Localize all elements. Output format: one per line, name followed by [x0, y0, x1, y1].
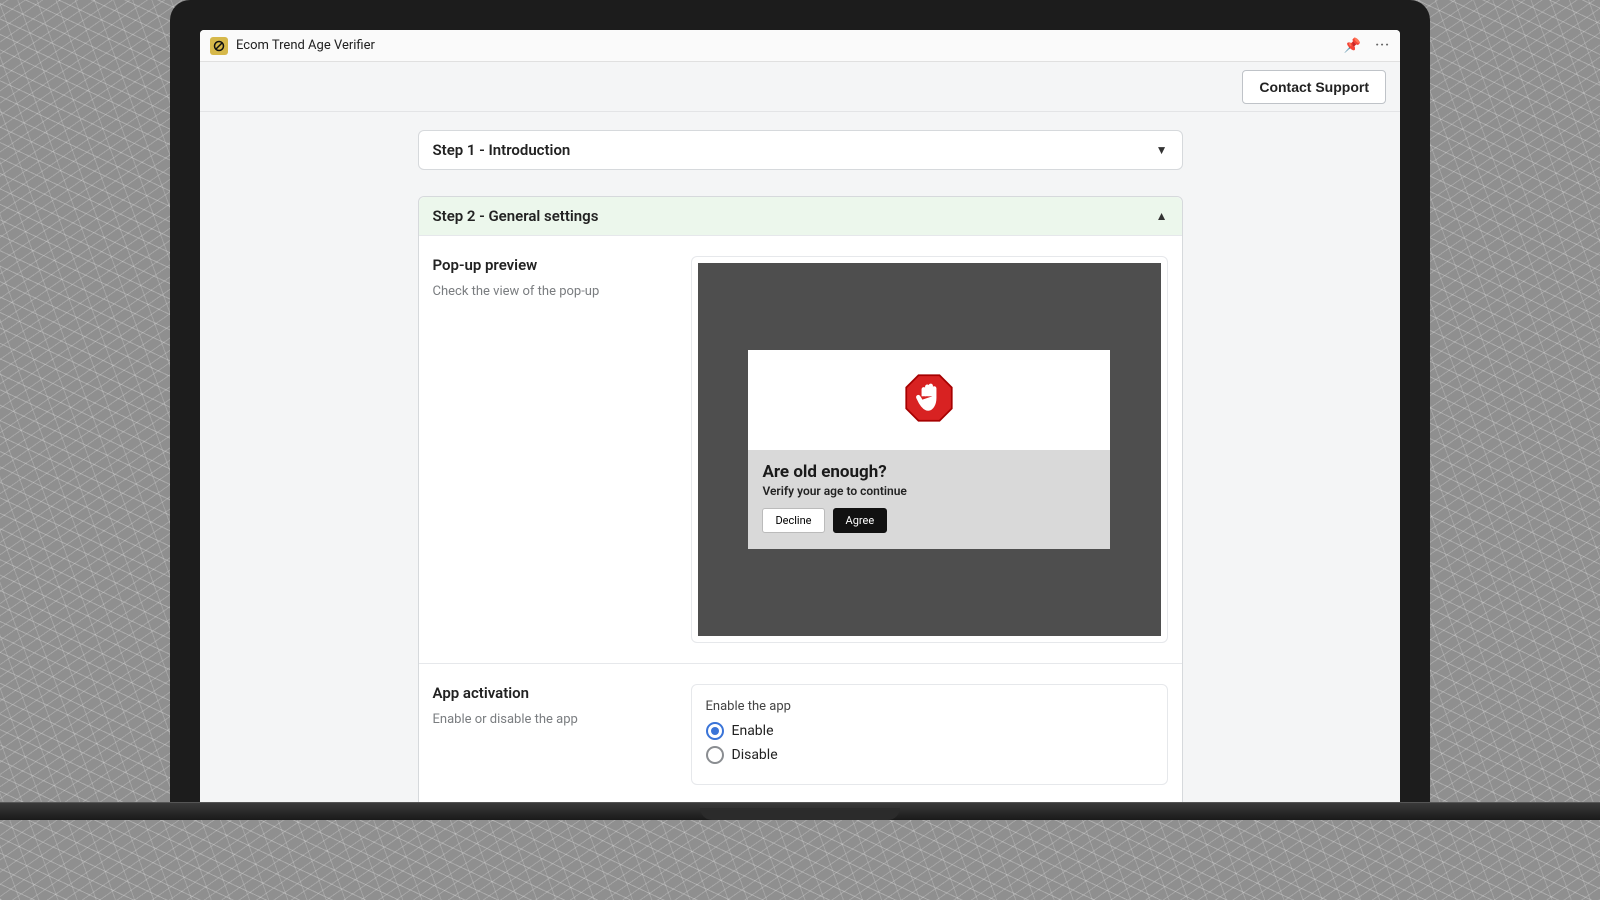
contact-support-button[interactable]: Contact Support: [1242, 70, 1386, 104]
app-title: Ecom Trend Age Verifier: [236, 38, 375, 53]
app-activation-row: App activation Enable or disable the app…: [419, 664, 1182, 806]
activation-subtext: Enable or disable the app: [433, 712, 671, 727]
chevron-down-icon: ▼: [1156, 143, 1168, 157]
pin-icon[interactable]: 📌: [1344, 38, 1361, 54]
radio-disable-label: Disable: [732, 747, 778, 763]
preview-subtext: Check the view of the pop-up: [433, 284, 671, 299]
step2-body: Pop-up preview Check the view of the pop…: [419, 235, 1182, 820]
preview-heading: Pop-up preview: [433, 256, 671, 274]
radio-icon: [706, 746, 724, 764]
laptop-notch: [700, 808, 900, 820]
step1-header[interactable]: Step 1 - Introduction ▼: [419, 131, 1182, 169]
step2-header[interactable]: Step 2 - General settings ▲: [419, 197, 1182, 235]
step2-title: Step 2 - General settings: [433, 207, 599, 225]
activation-label: Enable the app: [706, 699, 1153, 714]
agree-button: Agree: [833, 508, 888, 533]
content-area: Step 1 - Introduction ▼ Step 2 - General…: [200, 112, 1400, 820]
toolbar: Contact Support: [200, 62, 1400, 112]
laptop-frame: Ecom Trend Age Verifier 📌 ··· Contact Su…: [170, 0, 1430, 820]
preview-dialog: Are old enough? Verify your age to conti…: [748, 350, 1109, 549]
radio-enable[interactable]: Enable: [706, 722, 1153, 740]
app-icon: [210, 37, 228, 55]
step1-title: Step 1 - Introduction: [433, 141, 571, 159]
radio-disable[interactable]: Disable: [706, 746, 1153, 764]
titlebar: Ecom Trend Age Verifier 📌 ···: [200, 30, 1400, 62]
activation-heading: App activation: [433, 684, 671, 702]
preview-stage: Are old enough? Verify your age to conti…: [698, 263, 1161, 636]
dialog-subtitle: Verify your age to continue: [762, 484, 1095, 498]
popup-preview-row: Pop-up preview Check the view of the pop…: [419, 236, 1182, 664]
chevron-up-icon: ▲: [1156, 209, 1168, 223]
stop-hand-icon: [901, 370, 957, 430]
radio-icon: [706, 722, 724, 740]
radio-enable-label: Enable: [732, 723, 774, 739]
decline-button: Decline: [762, 508, 824, 533]
dialog-title: Are old enough?: [762, 462, 1095, 482]
laptop-base: [0, 802, 1600, 820]
more-icon[interactable]: ···: [1375, 38, 1390, 53]
step2-accordion: Step 2 - General settings ▲ Pop-up previ…: [418, 196, 1183, 820]
app-screen: Ecom Trend Age Verifier 📌 ··· Contact Su…: [200, 30, 1400, 820]
step1-accordion[interactable]: Step 1 - Introduction ▼: [418, 130, 1183, 170]
